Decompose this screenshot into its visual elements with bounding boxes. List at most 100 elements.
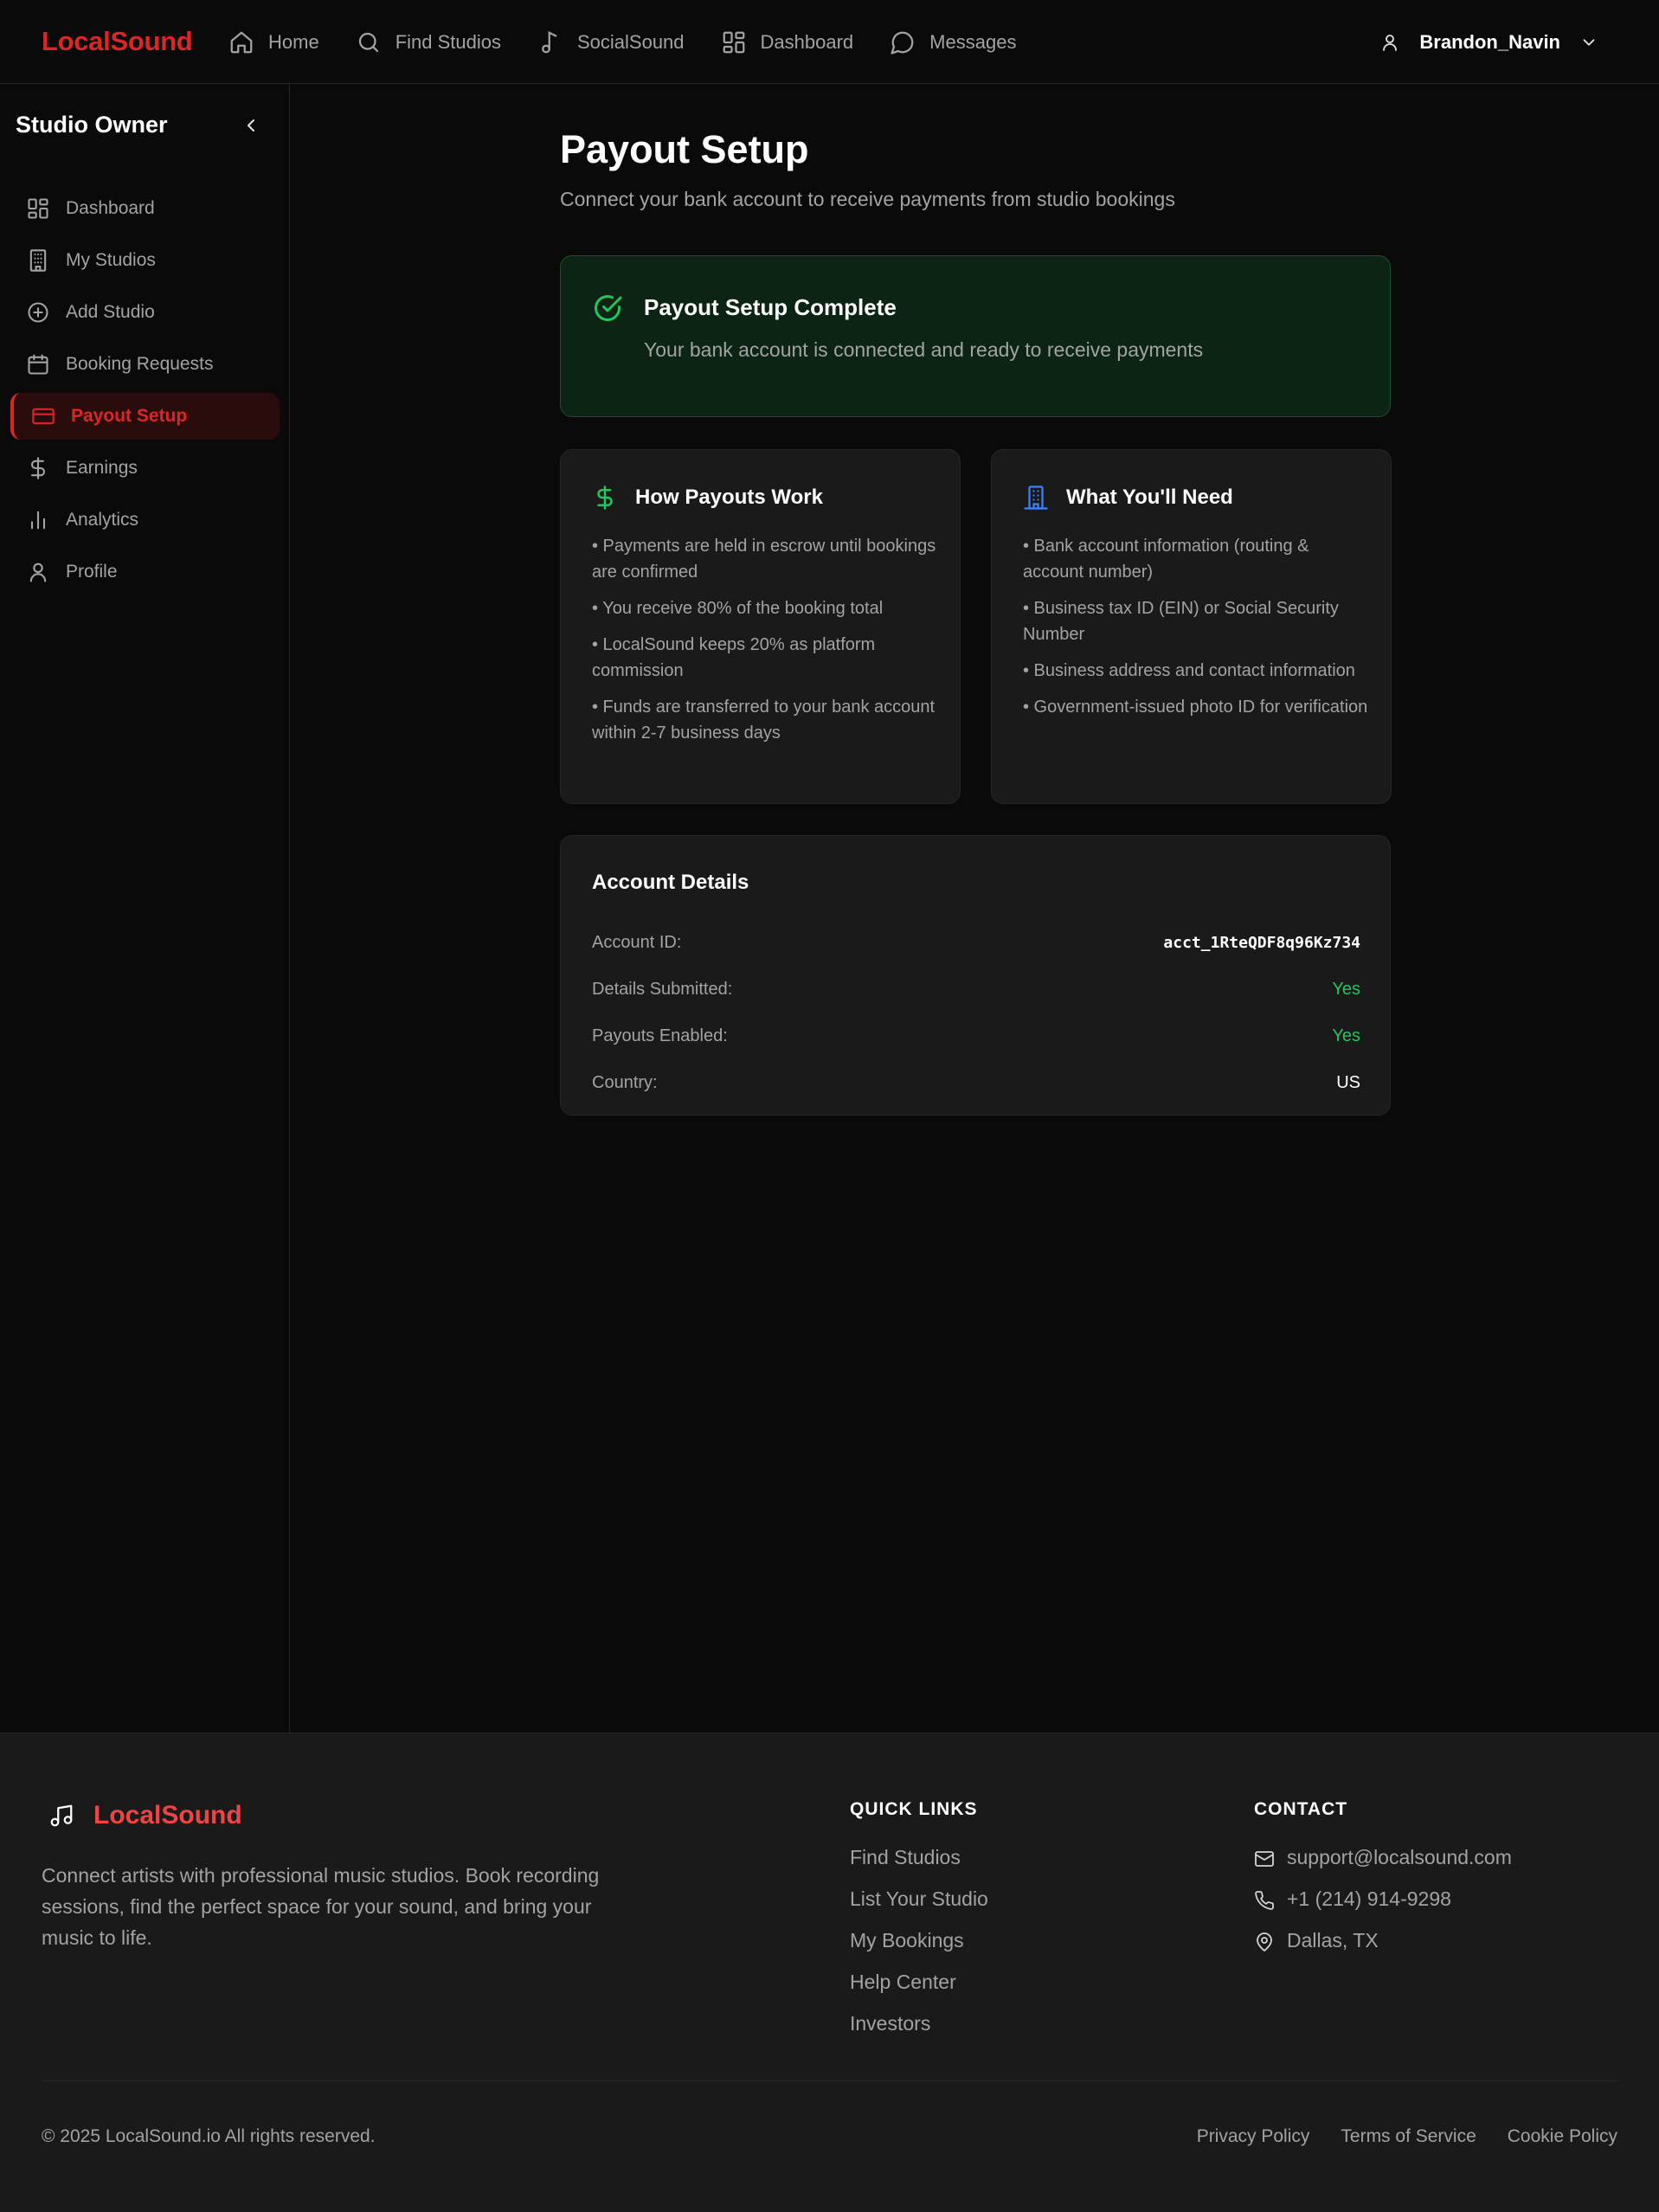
quick-links-title: QUICK LINKS [850,1799,978,1819]
card-title: How Payouts Work [635,485,823,509]
list-item: • Payments are held in escrow until book… [592,537,936,582]
cookie-policy-link[interactable]: Cookie Policy [1508,2126,1617,2147]
contact-phone-text: +1 (214) 914-9298 [1287,1887,1451,1910]
payout-status-card: Payout Setup Complete Your bank account … [560,255,1391,417]
contact-title: CONTACT [1254,1799,1348,1819]
sidebar-item-payout-setup[interactable]: Payout Setup [10,393,280,440]
sidebar-item-booking-requests[interactable]: Booking Requests [10,341,280,388]
contact-list: support@localsound.com +1 (214) 914-9298… [1254,1846,1512,1971]
nav-find-studios-label: Find Studios [395,30,501,53]
footer-link-my-bookings[interactable]: My Bookings [850,1929,988,1971]
footer: LocalSound Connect artists with professi… [0,1733,1659,2212]
contact-location: Dallas, TX [1254,1929,1512,1971]
sidebar-item-label: My Studios [66,250,156,270]
footer-description: Connect artists with professional music … [42,1864,600,1949]
footer-link-find-studios[interactable]: Find Studios [850,1846,988,1887]
calendar-icon [26,352,50,376]
dollar-icon [26,456,50,480]
phone-icon [1254,1890,1275,1911]
music-note-icon [537,29,563,55]
sidebar-title: Studio Owner [16,112,168,138]
building-icon [1023,485,1049,511]
what-you-need-card: What You'll Need • Bank account informat… [991,449,1392,804]
list-item: • Business address and contact informati… [1023,661,1355,680]
sidebar-item-add-studio[interactable]: Add Studio [10,289,280,336]
list-item: • You receive 80% of the booking total [592,599,884,618]
footer-link-investors[interactable]: Investors [850,2012,988,2054]
contact-email-text: support@localsound.com [1287,1846,1512,1868]
card-title: Account Details [592,871,749,894]
requirements-list: • Bank account information (routing & ac… [1023,533,1369,730]
nav-find-studios[interactable]: Find Studios [356,0,501,84]
footer-link-list-your-studio[interactable]: List Your Studio [850,1887,988,1929]
nav-messages[interactable]: Messages [890,0,1016,84]
sidebar-item-label: Earnings [66,458,138,478]
credit-card-icon [31,404,55,428]
list-item: • Bank account information (routing & ac… [1023,537,1309,582]
nav-messages-label: Messages [929,30,1017,53]
sidebar-item-label: Profile [66,562,118,582]
sidebar-item-dashboard[interactable]: Dashboard [10,185,280,232]
how-payouts-list: • Payments are held in escrow until book… [592,533,938,756]
home-icon [228,29,254,55]
detail-label: Country: [592,1072,658,1092]
sidebar: Studio Owner Dashboard My Studios Add St… [0,84,290,1733]
account-id-value: acct_1RteQDF8q96Kz734 [1163,933,1360,952]
detail-label: Details Submitted: [592,979,733,999]
copyright: © 2025 LocalSound.io All rights reserved… [42,2126,376,2146]
sidebar-item-label: Dashboard [66,198,155,218]
plus-circle-icon [26,300,50,325]
detail-row-account-id: Account ID: acct_1RteQDF8q96Kz734 [592,919,1360,966]
user-menu[interactable]: Brandon_Navin [1379,0,1598,84]
quick-links-list: Find Studios List Your Studio My Booking… [850,1846,988,2054]
detail-row-payouts-enabled: Payouts Enabled: Yes [592,1013,1360,1059]
footer-brand-name: LocalSound [93,1801,242,1829]
footer-link-help-center[interactable]: Help Center [850,1971,988,2012]
nav-dashboard[interactable]: Dashboard [721,0,854,84]
nav-dashboard-label: Dashboard [760,30,854,53]
list-item: • Funds are transferred to your bank acc… [592,698,936,743]
list-item: • Government-issued photo ID for verific… [1023,698,1368,717]
dashboard-icon [26,196,50,221]
account-details-list: Account ID: acct_1RteQDF8q96Kz734 Detail… [592,919,1360,1106]
contact-location-text: Dallas, TX [1287,1929,1379,1952]
nav-home-label: Home [268,30,319,53]
contact-phone[interactable]: +1 (214) 914-9298 [1254,1887,1512,1929]
card-title: What You'll Need [1066,485,1233,509]
search-icon [356,29,382,55]
detail-row-details-submitted: Details Submitted: Yes [592,966,1360,1013]
user-name: Brandon_Navin [1419,30,1560,53]
music-notes-icon [48,1803,74,1829]
sidebar-item-earnings[interactable]: Earnings [10,445,280,492]
brand-logo[interactable]: LocalSound [42,26,193,57]
page-subtitle: Connect your bank account to receive pay… [560,188,1175,210]
list-item: • LocalSound keeps 20% as platform commi… [592,635,876,680]
privacy-policy-link[interactable]: Privacy Policy [1197,2126,1310,2147]
nav-socialsound[interactable]: SocialSound [537,0,685,84]
message-icon [890,29,916,55]
detail-label: Payouts Enabled: [592,1026,728,1045]
how-payouts-work-card: How Payouts Work • Payments are held in … [560,449,961,804]
contact-email[interactable]: support@localsound.com [1254,1846,1512,1887]
dollar-icon [592,485,618,511]
footer-brand[interactable]: LocalSound [48,1801,242,1830]
legal-links: Privacy Policy Terms of Service Cookie P… [1166,2126,1617,2147]
footer-divider [42,2080,1617,2081]
list-item: • Business tax ID (EIN) or Social Securi… [1023,599,1339,644]
user-icon [1379,32,1400,53]
sidebar-item-analytics[interactable]: Analytics [10,497,280,543]
top-navigation: LocalSound Home Find Studios SocialSound… [0,0,1659,84]
status-title: Payout Setup Complete [644,294,897,320]
sidebar-item-my-studios[interactable]: My Studios [10,237,280,284]
detail-row-country: Country: US [592,1059,1360,1106]
dashboard-icon [721,29,747,55]
details-submitted-value: Yes [1332,979,1360,999]
terms-of-service-link[interactable]: Terms of Service [1341,2126,1476,2147]
sidebar-collapse-button[interactable] [241,115,261,136]
sidebar-menu: Dashboard My Studios Add Studio Booking … [10,185,280,601]
map-pin-icon [1254,1932,1275,1952]
nav-home[interactable]: Home [228,0,319,84]
building-icon [26,248,50,273]
country-value: US [1336,1072,1360,1092]
sidebar-item-profile[interactable]: Profile [10,549,280,595]
